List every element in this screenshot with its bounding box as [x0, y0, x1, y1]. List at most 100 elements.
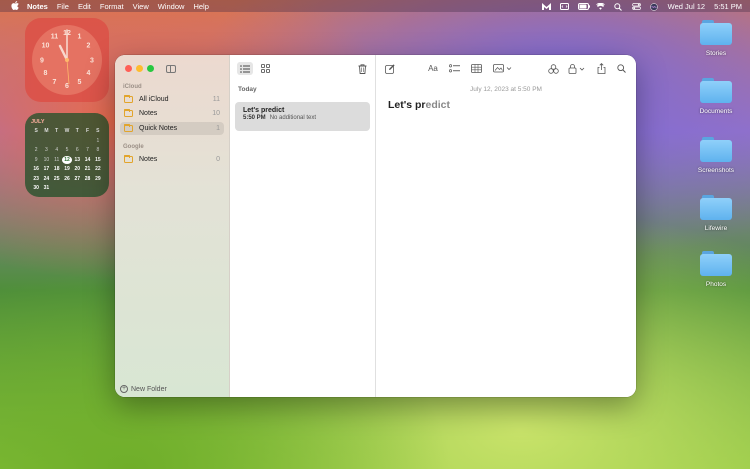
- note-item-title: Let's predict: [243, 107, 285, 114]
- calendar-day: [72, 137, 82, 145]
- compose-button[interactable]: [383, 62, 397, 75]
- collaborate-button[interactable]: [546, 62, 560, 75]
- svg-text:2: 2: [87, 43, 91, 50]
- menu-app-name[interactable]: Notes: [27, 2, 48, 11]
- calendar-day: [82, 184, 92, 192]
- sidebar-item-count: 10: [212, 110, 220, 117]
- calendar-day-today: 12: [61, 155, 73, 164]
- m-app-icon[interactable]: [541, 2, 551, 10]
- notes-window: iCloud All iCloud 11 Notes 10 Quick Note…: [115, 55, 636, 397]
- note-editor[interactable]: Aa July 12, 2023 at 5:50 PM Let's predic…: [376, 55, 636, 397]
- calendar-day: 15: [95, 156, 101, 163]
- menu-view[interactable]: View: [133, 2, 149, 11]
- share-icon: [597, 63, 605, 74]
- folder-icon: [700, 251, 732, 276]
- note-list-pane: Today Let's predict 5:50 PM No additional…: [230, 55, 376, 397]
- sidebar-item-label: All iCloud: [139, 96, 169, 103]
- minimize-button[interactable]: [136, 65, 143, 72]
- note-list-item[interactable]: Let's predict 5:50 PM No additional text: [235, 102, 370, 131]
- calendar-month: JULY: [31, 119, 45, 125]
- svg-text:9: 9: [40, 58, 44, 65]
- close-button[interactable]: [125, 65, 132, 72]
- apple-menu-icon[interactable]: [11, 0, 21, 12]
- sidebar-toggle-icon[interactable]: [166, 65, 176, 73]
- control-center-icon[interactable]: [631, 2, 641, 10]
- lock-button[interactable]: [567, 62, 587, 75]
- format-label: Aa: [428, 64, 438, 73]
- desktop-folder-lifewire[interactable]: Lifewire: [690, 195, 742, 245]
- clock-widget[interactable]: 1212 345 678 91011: [25, 18, 109, 102]
- format-button[interactable]: Aa: [426, 62, 440, 75]
- delete-button[interactable]: [354, 62, 370, 75]
- folder-icon: [124, 155, 133, 163]
- sidebar-item-count: 0: [216, 156, 220, 163]
- sidebar-item-quick-notes[interactable]: Quick Notes 1: [120, 122, 224, 135]
- svg-text:1: 1: [78, 34, 82, 41]
- desktop-folder-photos[interactable]: Photos: [690, 251, 742, 301]
- desktop-folder-documents[interactable]: Documents: [690, 78, 742, 128]
- search-icon[interactable]: [613, 2, 623, 11]
- note-body-title[interactable]: Let's predict: [388, 99, 450, 111]
- calendar-day: [72, 184, 82, 192]
- zoom-button[interactable]: [147, 65, 154, 72]
- sidebar-item-label: Notes: [139, 156, 158, 163]
- sidebar-item-count: 11: [212, 96, 220, 103]
- list-view-button[interactable]: [237, 62, 253, 75]
- sidebar-item-notes[interactable]: Notes 10: [120, 107, 224, 120]
- grid-icon: [260, 64, 270, 73]
- checklist-button[interactable]: [447, 62, 461, 75]
- new-folder-button[interactable]: + New Folder: [120, 385, 167, 393]
- menu-file[interactable]: File: [57, 2, 69, 11]
- calendar-day: 14: [84, 156, 91, 163]
- calendar-day: 26: [64, 175, 70, 182]
- folder-label: Stories: [705, 50, 727, 57]
- wifi-icon[interactable]: [595, 2, 605, 10]
- sidebar: iCloud All iCloud 11 Notes 10 Quick Note…: [115, 55, 230, 397]
- calendar-grid: S M T W T F S 1 2 3 4 5 6 7 8 9 10 11 12…: [31, 127, 103, 192]
- folder-icon: [700, 195, 732, 220]
- section-label-icloud: iCloud: [123, 84, 142, 90]
- desktop-folder-screenshots[interactable]: Screenshots: [690, 137, 742, 187]
- share-button[interactable]: [594, 62, 608, 75]
- calendar-day: 23: [33, 175, 39, 182]
- weekday-label: T: [55, 128, 59, 134]
- calendar-day: 7: [86, 147, 89, 153]
- weekday-label: F: [86, 128, 90, 134]
- calendar-day: 22: [95, 166, 101, 172]
- weekday-label: W: [64, 128, 70, 134]
- calendar-day: 30: [33, 185, 39, 191]
- folder-label: Screenshots: [697, 167, 735, 174]
- menu-format[interactable]: Format: [100, 2, 124, 11]
- note-item-time: 5:50 PM: [243, 115, 266, 121]
- calendar-day: 10: [43, 156, 50, 163]
- menu-edit[interactable]: Edit: [78, 2, 91, 11]
- siri-icon[interactable]: [649, 2, 659, 11]
- desktop-folder-stories[interactable]: Stories: [690, 20, 742, 70]
- table-icon: [470, 64, 482, 73]
- calendar-day: 31: [43, 185, 50, 191]
- svg-text:7: 7: [53, 79, 57, 86]
- trash-icon: [358, 63, 366, 74]
- list-icon: [240, 64, 250, 73]
- menubar-date[interactable]: Wed Jul 12: [668, 2, 705, 11]
- calendar-day: 24: [43, 175, 50, 182]
- folder-icon: [124, 109, 133, 117]
- battery-icon[interactable]: [577, 2, 590, 10]
- calendar-day: 1: [96, 137, 100, 144]
- table-button[interactable]: [469, 62, 483, 75]
- sidebar-item-all-icloud[interactable]: All iCloud 11: [120, 93, 224, 106]
- calendar-widget[interactable]: JULY S M T W T F S 1 2 3 4 5 6 7 8 9 10 …: [25, 113, 109, 197]
- menu-window[interactable]: Window: [158, 2, 185, 11]
- code-icon[interactable]: [559, 2, 569, 10]
- search-button[interactable]: [614, 62, 628, 75]
- menu-help[interactable]: Help: [193, 2, 208, 11]
- calendar-day: 29: [95, 175, 101, 182]
- sidebar-item-google-notes[interactable]: Notes 0: [120, 153, 224, 166]
- calendar-day: 18: [53, 166, 60, 172]
- menubar-time[interactable]: 5:51 PM: [714, 2, 742, 11]
- folder-label: Lifewire: [704, 225, 728, 232]
- media-icon: [493, 64, 512, 73]
- gallery-view-button[interactable]: [257, 62, 273, 75]
- sidebar-item-count: 1: [216, 125, 220, 132]
- media-button[interactable]: [492, 62, 514, 75]
